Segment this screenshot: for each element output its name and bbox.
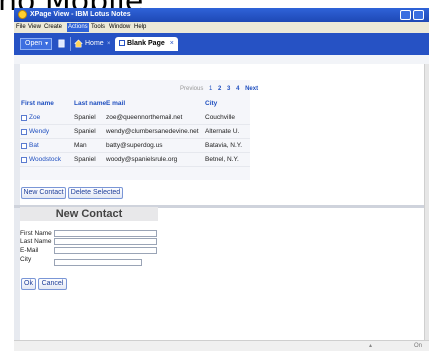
table-cell-first-name[interactable]: Wendy (29, 128, 49, 135)
row-divider (20, 138, 250, 139)
pager-page-2[interactable]: 2 (218, 86, 221, 92)
column-header-city[interactable]: City (205, 100, 217, 107)
column-header-email[interactable]: E mail (106, 100, 125, 107)
tab-home[interactable]: Home (85, 37, 104, 51)
maximize-icon[interactable] (413, 10, 424, 20)
tab-blank-page[interactable]: Blank Page × (115, 37, 178, 51)
last-name-field[interactable] (54, 238, 157, 245)
chevron-down-icon: ▼ (44, 41, 50, 47)
pager-page-4[interactable]: 4 (236, 86, 239, 92)
tab-blank-page-label: Blank Page (127, 40, 165, 47)
pager: Previous 1 2 3 4 Next (180, 86, 258, 94)
open-button[interactable]: Open ▼ (20, 38, 52, 50)
row-checkbox[interactable] (21, 129, 27, 135)
menu-help[interactable]: Help (134, 24, 146, 30)
column-header-last-name[interactable]: Last name (74, 100, 106, 107)
cancel-button[interactable]: Cancel (38, 278, 67, 290)
table-cell-last-name: Spaniel (74, 128, 96, 135)
pager-page-3[interactable]: 3 (227, 86, 230, 92)
menu-actions[interactable]: Actions (67, 23, 89, 32)
delete-selected-button[interactable]: Delete Selected (68, 187, 123, 199)
row-divider (20, 152, 250, 153)
menu-view[interactable]: View (28, 24, 41, 30)
window-title: XPage View - IBM Lotus Notes (30, 11, 131, 18)
first-name-field[interactable] (54, 230, 157, 237)
close-icon[interactable]: × (170, 40, 174, 47)
row-divider (20, 124, 250, 125)
table-cell-city: Betnel, N.Y. (205, 156, 239, 163)
table-cell-city: Batavia, N.Y. (205, 142, 243, 149)
city-field[interactable] (54, 259, 142, 266)
pager-page-1[interactable]: 1 (209, 86, 212, 92)
table-cell-email: wendy@clumbersanedevine.net (106, 128, 199, 135)
table-cell-first-name[interactable]: Bat (29, 142, 39, 149)
home-icon (74, 39, 83, 48)
last-name-label: Last Name (20, 238, 52, 245)
menu-tools[interactable]: Tools (91, 24, 105, 30)
status-text: On (414, 343, 423, 349)
blank-page-icon (119, 40, 125, 47)
status-bar: ▴ On (14, 340, 429, 351)
page-icon[interactable] (57, 39, 66, 48)
window-titlebar: XPage View - IBM Lotus Notes (14, 8, 429, 22)
vertical-scrollbar[interactable] (424, 64, 429, 340)
table-cell-first-name[interactable]: Woodstock (29, 156, 61, 163)
menu-file[interactable]: File (16, 24, 26, 30)
email-label: E-Mail (20, 247, 39, 254)
status-arrow-icon[interactable]: ▴ (369, 342, 372, 349)
pager-next[interactable]: Next (245, 86, 258, 92)
close-icon[interactable]: × (107, 37, 111, 51)
table-cell-email: woody@spanielsrule.org (106, 156, 178, 163)
table-cell-last-name: Spaniel (74, 156, 96, 163)
row-checkbox[interactable] (21, 157, 27, 163)
form-title: New Contact (20, 207, 158, 221)
table-cell-first-name[interactable]: Zoe (29, 114, 40, 121)
menu-window[interactable]: Window (109, 24, 130, 30)
table-cell-city: Alternate U. (205, 128, 240, 135)
city-label: City (20, 256, 32, 263)
first-name-label: First Name (20, 230, 52, 237)
table-cell-last-name: Spaniel (74, 114, 96, 121)
table-cell-last-name: Man (74, 142, 87, 149)
row-checkbox[interactable] (21, 143, 27, 149)
tab-bar: Open ▼ Home × Blank Page × (14, 33, 429, 55)
email-field[interactable] (54, 247, 157, 254)
row-divider (20, 166, 250, 167)
pager-previous[interactable]: Previous (180, 86, 203, 92)
minimize-icon[interactable] (400, 10, 411, 20)
open-button-label: Open (25, 40, 43, 47)
ok-button[interactable]: Ok (21, 278, 36, 290)
toolbar-separator (70, 37, 71, 51)
menu-create[interactable]: Create (44, 24, 62, 30)
row-checkbox[interactable] (21, 115, 27, 121)
table-cell-email: batty@superdog.us (106, 142, 163, 149)
table-cell-email: zoe@queennorthemail.net (106, 114, 183, 121)
column-header-first-name[interactable]: First name (21, 100, 54, 107)
new-contact-button[interactable]: New Contact (21, 187, 66, 199)
lotus-notes-app-icon (18, 10, 27, 19)
table-cell-city: Couchville (205, 114, 235, 121)
